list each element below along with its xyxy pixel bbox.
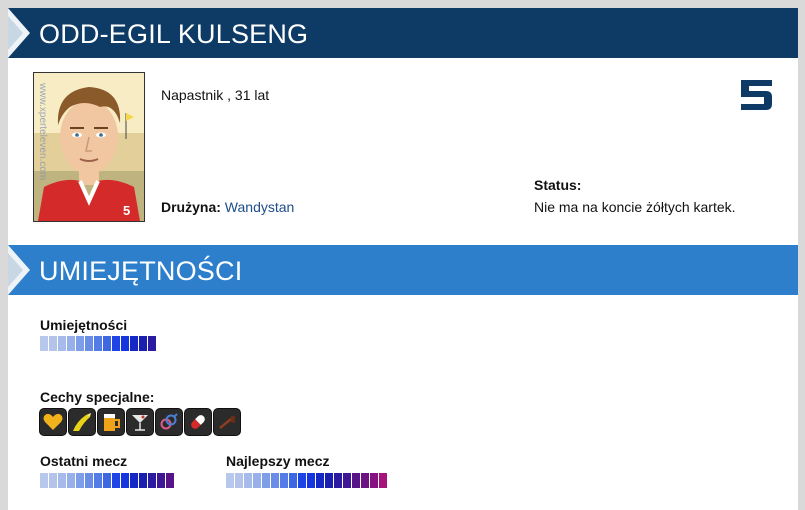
skill-label: Umiejętności	[40, 317, 128, 333]
level-segment	[262, 473, 270, 488]
level-segment	[244, 473, 252, 488]
level-segment	[103, 473, 111, 488]
level-segment	[343, 473, 351, 488]
level-segment	[49, 336, 57, 351]
chevron-right-icon	[8, 245, 30, 295]
level-segment	[58, 473, 66, 488]
level-segment	[130, 336, 138, 351]
level-segment	[139, 336, 147, 351]
level-segment	[148, 473, 156, 488]
level-segment	[139, 473, 147, 488]
beer-icon[interactable]	[97, 408, 125, 436]
level-segment	[166, 473, 174, 488]
level-segment	[85, 473, 93, 488]
level-segment	[130, 473, 138, 488]
pill-icon[interactable]	[184, 408, 212, 436]
club-logo-five	[741, 80, 772, 110]
level-segment	[226, 473, 234, 488]
special-traits	[39, 408, 241, 436]
level-segment	[325, 473, 333, 488]
boot-icon[interactable]	[68, 408, 96, 436]
skills-section-banner: UMIEJĘTNOŚCI	[8, 245, 798, 295]
level-segment	[235, 473, 243, 488]
level-segment	[67, 336, 75, 351]
best-match-label: Najlepszy mecz	[226, 453, 330, 469]
level-segment	[121, 473, 129, 488]
level-segment	[94, 473, 102, 488]
level-segment	[280, 473, 288, 488]
best-match-bar	[226, 473, 387, 488]
level-segment	[121, 336, 129, 351]
specials-label: Cechy specjalne:	[40, 389, 155, 405]
player-page: ODD-EGIL KULSENG 5 www.xperteleven.com N…	[8, 8, 798, 510]
level-segment	[307, 473, 315, 488]
level-segment	[94, 336, 102, 351]
level-segment	[157, 473, 165, 488]
level-segment	[49, 473, 57, 488]
player-position-age: Napastnik , 31 lat	[161, 87, 270, 103]
level-segment	[298, 473, 306, 488]
skill-level-bar	[40, 336, 156, 351]
level-segment	[316, 473, 324, 488]
level-segment	[289, 473, 297, 488]
last-match-bar	[40, 473, 174, 488]
heart-icon[interactable]	[39, 408, 67, 436]
level-segment	[85, 336, 93, 351]
photo-watermark: www.xperteleven.com	[37, 82, 48, 180]
status-value: Nie ma na koncie żółtych kartek.	[534, 199, 736, 215]
level-segment	[253, 473, 261, 488]
player-photo: 5 www.xperteleven.com	[33, 72, 145, 222]
level-segment	[370, 473, 378, 488]
pipe-icon[interactable]	[213, 408, 241, 436]
chevron-right-icon	[8, 8, 30, 58]
team-row: Drużyna: Wandystan	[161, 199, 294, 215]
level-segment	[112, 473, 120, 488]
level-segment	[40, 336, 48, 351]
level-segment	[271, 473, 279, 488]
level-segment	[112, 336, 120, 351]
team-label: Drużyna:	[161, 199, 221, 215]
level-segment	[361, 473, 369, 488]
status-label: Status:	[534, 177, 582, 193]
player-name: ODD-EGIL KULSENG	[39, 19, 309, 49]
level-segment	[76, 473, 84, 488]
level-segment	[58, 336, 66, 351]
level-segment	[40, 473, 48, 488]
level-segment	[67, 473, 75, 488]
skills-section-title: UMIEJĘTNOŚCI	[39, 256, 243, 286]
level-segment	[148, 336, 156, 351]
team-link[interactable]: Wandystan	[225, 199, 295, 215]
level-segment	[334, 473, 342, 488]
player-header-banner: ODD-EGIL KULSENG	[8, 8, 798, 58]
shirt-number: 5	[123, 203, 130, 218]
level-segment	[379, 473, 387, 488]
level-segment	[352, 473, 360, 488]
cocktail-icon[interactable]	[126, 408, 154, 436]
last-match-label: Ostatni mecz	[40, 453, 128, 469]
gender-icon[interactable]	[155, 408, 183, 436]
level-segment	[76, 336, 84, 351]
level-segment	[103, 336, 111, 351]
